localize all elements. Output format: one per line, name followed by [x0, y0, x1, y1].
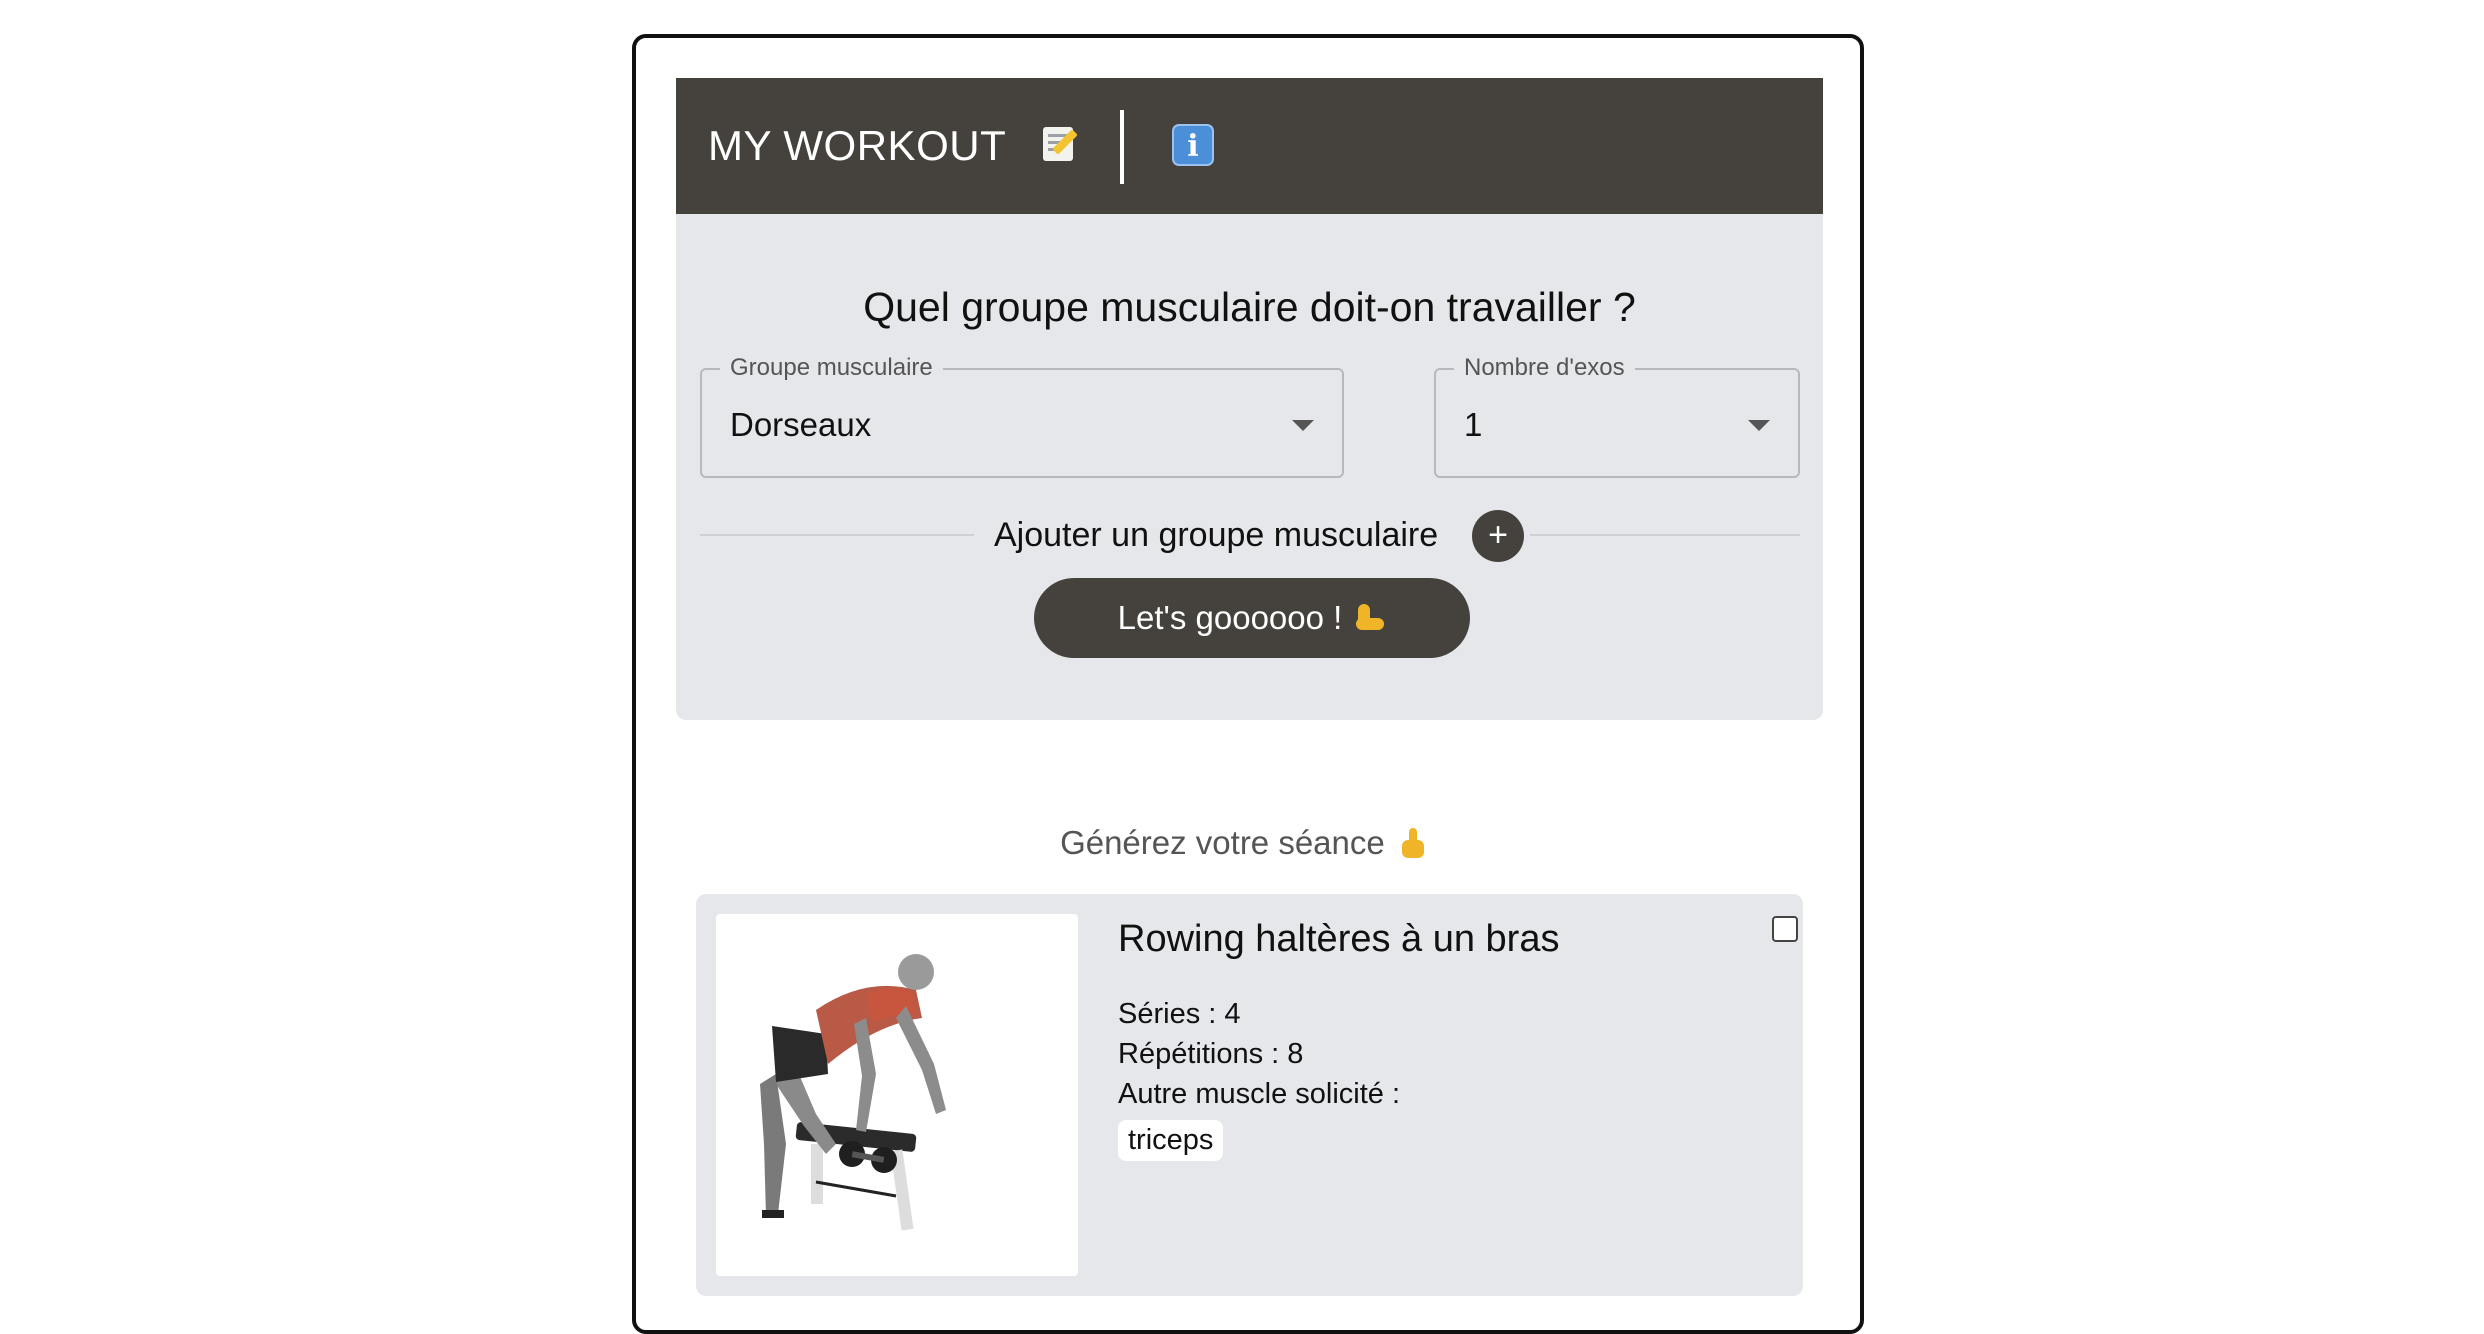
- muscle-group-select[interactable]: Groupe musculaire Dorseaux: [700, 354, 1344, 478]
- app-title: MY WORKOUT: [708, 122, 1007, 169]
- chevron-down-icon: [1748, 420, 1770, 431]
- add-muscle-group-button[interactable]: +: [1472, 510, 1524, 562]
- exercise-done-checkbox[interactable]: [1772, 916, 1798, 942]
- exercise-card: Rowing haltères à un bras Séries : 4 Rép…: [696, 894, 1803, 1296]
- info-icon[interactable]: i: [1172, 124, 1214, 166]
- pointing-up-icon: [1401, 828, 1424, 858]
- divider-line: [1530, 534, 1800, 536]
- add-muscle-group-label: Ajouter un groupe musculaire: [994, 516, 1439, 554]
- app-header: MY WORKOUT i: [676, 78, 1823, 214]
- muscle-group-label: Groupe musculaire: [720, 354, 943, 382]
- exercise-count-label: Nombre d'exos: [1454, 354, 1635, 382]
- exercise-illustration: [716, 914, 1078, 1276]
- exercise-count-value: 1: [1464, 406, 1483, 443]
- exercise-title: Rowing haltères à un bras: [1118, 918, 1560, 960]
- exercise-reps: Répétitions : 8: [1118, 1038, 1304, 1070]
- muscle-group-value: Dorseaux: [730, 406, 872, 443]
- exercise-series: Séries : 4: [1118, 998, 1241, 1030]
- divider-line: [700, 534, 974, 536]
- form-question: Quel groupe musculaire doit-on travaille…: [863, 284, 1636, 330]
- exercise-count-select[interactable]: Nombre d'exos 1: [1434, 354, 1800, 478]
- muscle-selection-panel: Quel groupe musculaire doit-on travaille…: [676, 214, 1823, 720]
- notepad-pencil-icon[interactable]: [1039, 124, 1079, 164]
- generate-workout-label: Let's goooooo !: [1117, 599, 1343, 636]
- exercise-other-muscle-label: Autre muscle solicité :: [1118, 1078, 1401, 1110]
- generate-workout-button[interactable]: Let's goooooo !: [1034, 578, 1470, 658]
- session-prompt-text: Générez votre séance: [1060, 824, 1385, 861]
- chevron-down-icon: [1292, 420, 1314, 431]
- add-muscle-group-row: Ajouter un groupe musculaire +: [700, 504, 1800, 564]
- flexed-biceps-icon: [1354, 602, 1386, 634]
- muscle-tag: triceps: [1118, 1120, 1224, 1161]
- session-prompt: Générez votre séance: [0, 824, 2484, 862]
- header-divider: [1120, 110, 1124, 184]
